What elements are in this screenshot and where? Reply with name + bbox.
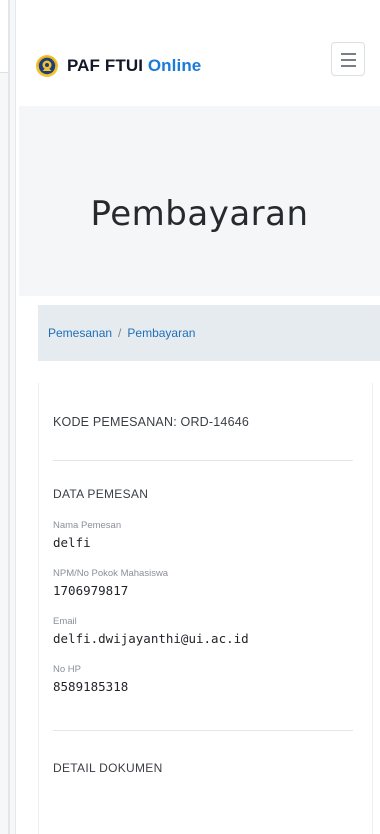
ui-makara-logo-icon [36, 55, 58, 77]
page-title: Pembayaran [90, 194, 309, 234]
hamburger-menu-icon [341, 53, 356, 55]
phone-label: No HP [53, 664, 81, 675]
background-page-edge [0, 0, 16, 834]
brand-name: PAF FTUI Online [67, 56, 202, 75]
customer-section-title: DATA PEMESAN [53, 487, 149, 501]
documents-section-title: DETAIL DOKUMEN [53, 761, 163, 775]
breadcrumb: Pemesanan / Pembayaran [38, 305, 380, 361]
phone-value: 8589185318 [53, 679, 129, 694]
email-value: delfi.dwijayanthi@ui.ac.id [53, 631, 249, 646]
brand-link[interactable]: PAF FTUI Online [35, 54, 201, 78]
order-detail-card: KODE PEMESANAN: ORD-14646 DATA PEMESAN N… [38, 383, 373, 834]
hero-banner: Pembayaran [19, 106, 380, 296]
page: PAF FTUI Online Pembayaran Pemesanan / P… [19, 0, 380, 834]
hamburger-menu-icon [341, 65, 356, 67]
divider [53, 460, 353, 461]
name-label: Nama Pemesan [53, 520, 122, 531]
brand-name-accent: Online [147, 56, 202, 75]
navbar: PAF FTUI Online [19, 0, 380, 100]
background-page-border [8, 0, 10, 834]
breadcrumb-separator: / [118, 326, 122, 340]
hamburger-menu-icon [341, 59, 356, 61]
menu-toggle-button[interactable] [331, 42, 365, 76]
npm-label: NPM/No Pokok Mahasiswa [53, 568, 169, 579]
divider [53, 730, 353, 731]
breadcrumb-item-pembayaran: Pembayaran [127, 326, 196, 340]
breadcrumb-item-pemesanan[interactable]: Pemesanan [48, 326, 112, 340]
npm-value: 1706979817 [53, 583, 129, 598]
order-code: KODE PEMESANAN: ORD-14646 [53, 415, 250, 429]
email-label: Email [53, 616, 77, 627]
name-value: delfi [53, 535, 91, 550]
